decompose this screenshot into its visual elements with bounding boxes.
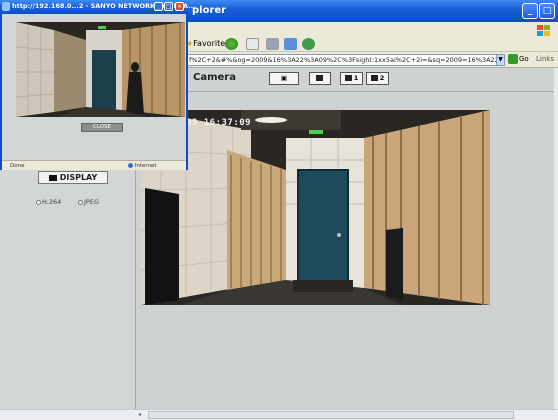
- close-icon[interactable]: ×: [175, 2, 184, 11]
- multiscreen-icon: ▣: [280, 74, 288, 82]
- preset-2-button[interactable]: 2: [366, 72, 389, 85]
- ie-icon: [2, 2, 10, 11]
- go-button[interactable]: Go: [508, 54, 529, 64]
- popup-titlebar[interactable]: http://192.168.0...2 - SANYO NETWORK CAM…: [0, 0, 196, 14]
- chevron-down-icon[interactable]: ▼: [496, 54, 505, 66]
- print-icon[interactable]: [266, 38, 279, 50]
- minimize-icon[interactable]: _: [522, 3, 538, 19]
- messenger-icon[interactable]: [302, 38, 315, 50]
- codec-radio-jpeg[interactable]: JPEG: [78, 198, 99, 206]
- popup-camera-window: http://192.168.0...2 - SANYO NETWORK CAM…: [0, 0, 196, 170]
- favorites-button[interactable]: ★Favorites: [186, 39, 229, 48]
- preset-icon: [370, 75, 378, 81]
- view-mode-button[interactable]: ▣: [269, 72, 299, 85]
- display-button[interactable]: DISPLAY: [38, 171, 108, 184]
- preset-1-button[interactable]: 1: [340, 72, 363, 85]
- camera-snapshot-icon: [315, 75, 323, 81]
- radio-icon: [78, 199, 83, 205]
- maximize-icon[interactable]: □: [539, 3, 555, 19]
- preset-icon: [344, 75, 352, 81]
- address-input[interactable]: f%2C+2&#%&og=2009&16%3A22%3A09%2C%3Fsigh…: [186, 54, 504, 66]
- live-camera-image: [141, 110, 490, 305]
- scroll-left-icon[interactable]: ◂: [138, 411, 146, 419]
- scrollbar-thumb[interactable]: [148, 411, 514, 419]
- status-text: Done: [10, 163, 25, 169]
- go-icon: [508, 54, 518, 64]
- snapshot-button[interactable]: [309, 72, 331, 85]
- popup-camera-image: [16, 22, 185, 117]
- main-window-title: plorer: [192, 5, 227, 16]
- radio-icon: [36, 199, 41, 205]
- history-icon[interactable]: [225, 38, 238, 50]
- divider: [140, 91, 554, 92]
- popup-close-button[interactable]: CLOSE: [81, 123, 123, 132]
- mail-icon[interactable]: [246, 38, 259, 50]
- security-zone-label: Internet: [128, 163, 157, 169]
- minimize-icon[interactable]: _: [154, 2, 163, 11]
- maximize-icon[interactable]: □: [164, 2, 173, 11]
- page-title: Camera: [193, 72, 236, 83]
- edit-icon[interactable]: [284, 38, 297, 50]
- display-icon: [48, 174, 57, 181]
- vertical-scrollbar[interactable]: [554, 68, 558, 409]
- camera-timestamp: 09 16:37:09: [186, 118, 252, 128]
- codec-radio-h264[interactable]: H.264: [36, 198, 61, 206]
- links-button[interactable]: Links: [536, 55, 554, 63]
- horizontal-scrollbar[interactable]: ◂: [0, 409, 558, 420]
- windows-logo-icon: [537, 25, 550, 36]
- globe-icon: [128, 163, 133, 168]
- popup-status-bar: Done Internet: [2, 160, 186, 170]
